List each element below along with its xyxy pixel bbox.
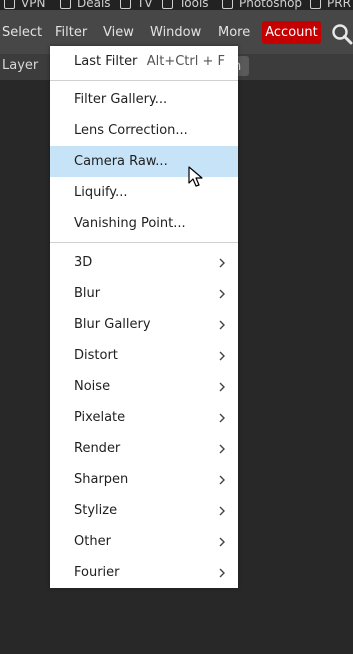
menu-item-blur[interactable]: Blur [50, 278, 238, 309]
menu-item-render[interactable]: Render [50, 433, 238, 464]
search-icon[interactable] [331, 23, 353, 45]
menu-item-liquify[interactable]: Liquify... [50, 177, 238, 208]
chevron-right-icon [219, 382, 225, 391]
menu-item-sharpen[interactable]: Sharpen [50, 464, 238, 495]
chevron-right-icon [219, 258, 225, 267]
menu-divider [50, 80, 238, 81]
menu-item-distort[interactable]: Distort [50, 340, 238, 371]
menu-view[interactable]: View [103, 25, 134, 40]
menu-item-lens-correction[interactable]: Lens Correction... [50, 115, 238, 146]
bookmark-tools[interactable]: Tools [162, 0, 209, 10]
menu-item-pixelate[interactable]: Pixelate [50, 402, 238, 433]
chevron-right-icon [219, 444, 225, 453]
menu-filter[interactable]: Filter [55, 25, 87, 40]
menu-item-vanishing-point[interactable]: Vanishing Point... [50, 208, 238, 239]
menu-item-other[interactable]: Other [50, 526, 238, 557]
checkbox-icon [162, 0, 173, 9]
menu-divider [50, 242, 238, 243]
chevron-right-icon [219, 413, 225, 422]
checkbox-icon [4, 0, 15, 9]
chevron-right-icon [219, 568, 225, 577]
chevron-right-icon [219, 537, 225, 546]
account-button[interactable]: Account [262, 21, 321, 44]
bookmarks-bar: VPN Deals TV Tools Photoshop PRR [0, 0, 353, 10]
bookmark-photoshop[interactable]: Photoshop [222, 0, 302, 10]
filter-menu: Last Filter Alt+Ctrl + F Filter Gallery.… [50, 46, 238, 588]
menu-item-last-filter[interactable]: Last Filter Alt+Ctrl + F [50, 46, 238, 77]
checkbox-icon [222, 0, 233, 9]
mouse-cursor-icon [188, 166, 203, 187]
chevron-right-icon [219, 351, 225, 360]
chevron-right-icon [219, 289, 225, 298]
checkbox-icon [120, 0, 131, 9]
menu-item-stylize[interactable]: Stylize [50, 495, 238, 526]
menu-item-noise[interactable]: Noise [50, 371, 238, 402]
chevron-right-icon [219, 506, 225, 515]
menu-window[interactable]: Window [150, 25, 201, 40]
menu-more[interactable]: More [218, 25, 250, 40]
bookmark-vpn[interactable]: VPN [4, 0, 45, 10]
menu-item-blur-gallery[interactable]: Blur Gallery [50, 309, 238, 340]
checkbox-icon [310, 0, 321, 9]
menu-item-3d[interactable]: 3D [50, 247, 238, 278]
checkbox-icon [60, 0, 71, 9]
bookmark-tv[interactable]: TV [120, 0, 153, 10]
chevron-right-icon [219, 475, 225, 484]
menu-item-camera-raw[interactable]: Camera Raw... [50, 146, 238, 177]
chevron-right-icon [219, 320, 225, 329]
layer-label: Layer [2, 58, 39, 73]
menu-item-fourier[interactable]: Fourier [50, 557, 238, 588]
menu-select[interactable]: Select [2, 25, 42, 40]
shortcut-label: Alt+Ctrl + F [146, 54, 225, 69]
menu-item-filter-gallery[interactable]: Filter Gallery... [50, 84, 238, 115]
bookmark-deals[interactable]: Deals [60, 0, 111, 10]
bookmark-prr[interactable]: PRR [310, 0, 351, 10]
